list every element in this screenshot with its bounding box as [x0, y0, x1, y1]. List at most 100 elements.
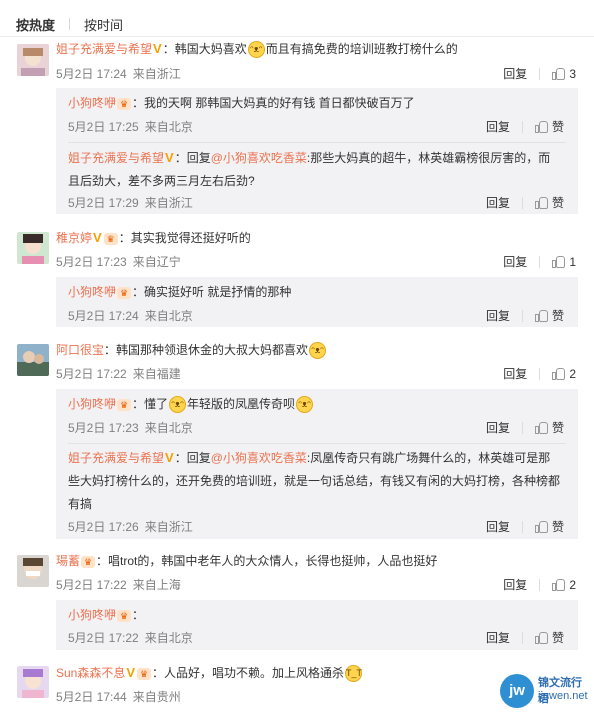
like-label[interactable]: 赞: [552, 629, 564, 646]
avatar[interactable]: [17, 666, 49, 698]
action-divider: [539, 367, 541, 380]
thumbs-up-icon[interactable]: [534, 120, 548, 133]
thumbs-up-icon[interactable]: [534, 631, 548, 644]
reply-button[interactable]: 回复: [503, 253, 527, 270]
comment-date: 5月2日 17:24: [56, 67, 127, 81]
reply-username[interactable]: 小狗咚咿: [68, 96, 116, 110]
comment-username[interactable]: 稚京婷: [56, 231, 92, 245]
thumbs-up-icon[interactable]: [534, 421, 548, 434]
avatar[interactable]: [17, 555, 49, 587]
action-divider: [539, 578, 541, 591]
comment-meta: 5月2日 17:44 来自贵州: [56, 688, 181, 705]
reply-meta: 5月2日 17:23 来自北京: [68, 419, 193, 436]
avatar[interactable]: [17, 44, 49, 76]
reply-text: 姐子充满爱与希望V：回复@小狗喜欢吃香菜:那些大妈真的超牛，林英雄霸榜很厉害的，…: [68, 146, 568, 193]
comment-content: ：韩国那种领退休金的大叔大妈都喜欢: [104, 343, 309, 357]
reply-date: 5月2日 17:22: [68, 631, 139, 645]
thumbs-up-icon[interactable]: [534, 309, 548, 322]
reply-date: 5月2日 17:24: [68, 309, 139, 323]
reply-button[interactable]: 回复: [486, 307, 510, 324]
like-count[interactable]: 3: [569, 67, 576, 81]
reply-username[interactable]: 小狗咚咿: [68, 285, 116, 299]
tab-sort-time[interactable]: 按时间: [84, 15, 123, 34]
watermark-emblem: jw: [500, 674, 534, 708]
reply-button[interactable]: 回复: [486, 419, 510, 436]
reply-content: 有搞: [68, 497, 93, 511]
watermark-url: jinwen.net: [538, 690, 588, 702]
reply-button[interactable]: 回复: [486, 194, 510, 211]
reply-divider: [68, 443, 566, 444]
thumbs-up-icon[interactable]: [552, 367, 566, 380]
reply-meta: 5月2日 17:24 来自北京: [68, 307, 193, 324]
reply-content: :凤凰传奇只有跳广场舞什么的，林英雄可是那: [306, 451, 551, 465]
reply-button[interactable]: 回复: [486, 118, 510, 135]
action-divider: [521, 120, 523, 133]
reply-divider: [68, 142, 566, 143]
tab-sort-hot[interactable]: 按热度: [16, 15, 55, 34]
comment-username[interactable]: 瑒蓄: [56, 554, 80, 568]
mention-link[interactable]: @小狗喜欢吃香菜: [211, 451, 307, 465]
reply-actions: 回复 赞: [486, 629, 564, 646]
like-label[interactable]: 赞: [552, 118, 564, 135]
reply-text: 小狗咚咿 ♛：: [68, 604, 568, 627]
like-count[interactable]: 2: [569, 367, 576, 381]
like-count[interactable]: 2: [569, 578, 576, 592]
verified-icon: V: [153, 41, 162, 56]
comment-actions: 回复 1: [503, 253, 576, 270]
thumbs-up-icon[interactable]: [552, 255, 566, 268]
reply-source: 来自浙江: [144, 520, 193, 534]
action-divider: [521, 196, 523, 209]
vip-icon: ♛: [137, 667, 152, 680]
reply-thread: 小狗咚咿 ♛： 5月2日 17:22 来自北京 回复 赞: [56, 600, 578, 650]
comment-date: 5月2日 17:23: [56, 255, 127, 269]
reply-button[interactable]: 回复: [503, 65, 527, 82]
like-label[interactable]: 赞: [552, 307, 564, 324]
cat-emoji-icon: ᵔᴥᵔ: [309, 342, 327, 360]
reply-meta: 5月2日 17:29 来自浙江: [68, 194, 193, 211]
reply-username[interactable]: 小狗咚咿: [68, 397, 116, 411]
thumbs-up-icon[interactable]: [534, 196, 548, 209]
comment-username[interactable]: 姐子充满爱与希望: [56, 42, 152, 56]
reply-username[interactable]: 姐子充满爱与希望: [68, 451, 164, 465]
comment-username[interactable]: Sun森森不息: [56, 666, 125, 680]
thumbs-up-icon[interactable]: [552, 67, 566, 80]
reply-date: 5月2日 17:26: [68, 520, 139, 534]
comment-actions: 回复 2: [503, 576, 576, 593]
comment-content: ：唱trot的，韩国中老年人的大众情人，长得也挺帅，人品也挺好: [96, 554, 438, 568]
reply-button[interactable]: 回复: [486, 518, 510, 535]
avatar[interactable]: [17, 344, 49, 376]
action-divider: [521, 520, 523, 533]
reply-content: 且后劲大，差不多两三月左右后劲?: [68, 174, 255, 188]
reply-button[interactable]: 回复: [503, 365, 527, 382]
comment-content: 而且有搞免费的培训班教打榜什么的: [265, 42, 458, 56]
reply-thread: 小狗咚咿 ♛ ：确实挺好听 就是抒情的那种 5月2日 17:24 来自北京 回复 赞: [56, 277, 578, 327]
vip-icon: ♛: [81, 555, 96, 568]
like-label[interactable]: 赞: [552, 419, 564, 436]
reply-source: 来自北京: [144, 309, 193, 323]
reply-text: 小狗咚咿 ♛ ：确实挺好听 就是抒情的那种: [68, 281, 568, 304]
reply-button[interactable]: 回复: [486, 629, 510, 646]
reply-thread: 小狗咚咿 ♛ ：懂了 ᵔᴥᵔ 年轻版的凤凰传奇呗 ᵔᴥᵔ 5月2日 17:23 来自北京 回…: [56, 389, 578, 539]
like-label[interactable]: 赞: [552, 194, 564, 211]
avatar[interactable]: [17, 232, 49, 264]
reply-content: ：我的天啊 那韩国大妈真的好有钱 首日都快破百万了: [132, 96, 415, 110]
action-divider: [521, 309, 523, 322]
reply-text: 小狗咚咿 ♛ ：懂了 ᵔᴥᵔ 年轻版的凤凰传奇呗 ᵔᴥᵔ: [68, 393, 568, 416]
comment-actions: 回复 3: [503, 65, 576, 82]
thumbs-up-icon[interactable]: [552, 578, 566, 591]
reply-username[interactable]: 小狗咚咿: [68, 608, 116, 622]
vip-icon: ♛: [103, 232, 118, 245]
reply-date: 5月2日 17:29: [68, 196, 139, 210]
reply-username[interactable]: 姐子充满爱与希望: [68, 151, 164, 165]
comment-meta: 5月2日 17:23 来自辽宁: [56, 253, 181, 270]
comment-username[interactable]: 阿口很宝: [56, 343, 104, 357]
thumbs-up-icon[interactable]: [534, 520, 548, 533]
reply-source: 来自北京: [144, 421, 193, 435]
reply-meta: 5月2日 17:26 来自浙江: [68, 518, 193, 535]
reply-date: 5月2日 17:23: [68, 421, 139, 435]
like-count[interactable]: 1: [569, 255, 576, 269]
comment-date: 5月2日 17:44: [56, 690, 127, 704]
reply-button[interactable]: 回复: [503, 576, 527, 593]
mention-link[interactable]: @小狗喜欢吃香菜: [211, 151, 307, 165]
like-label[interactable]: 赞: [552, 518, 564, 535]
